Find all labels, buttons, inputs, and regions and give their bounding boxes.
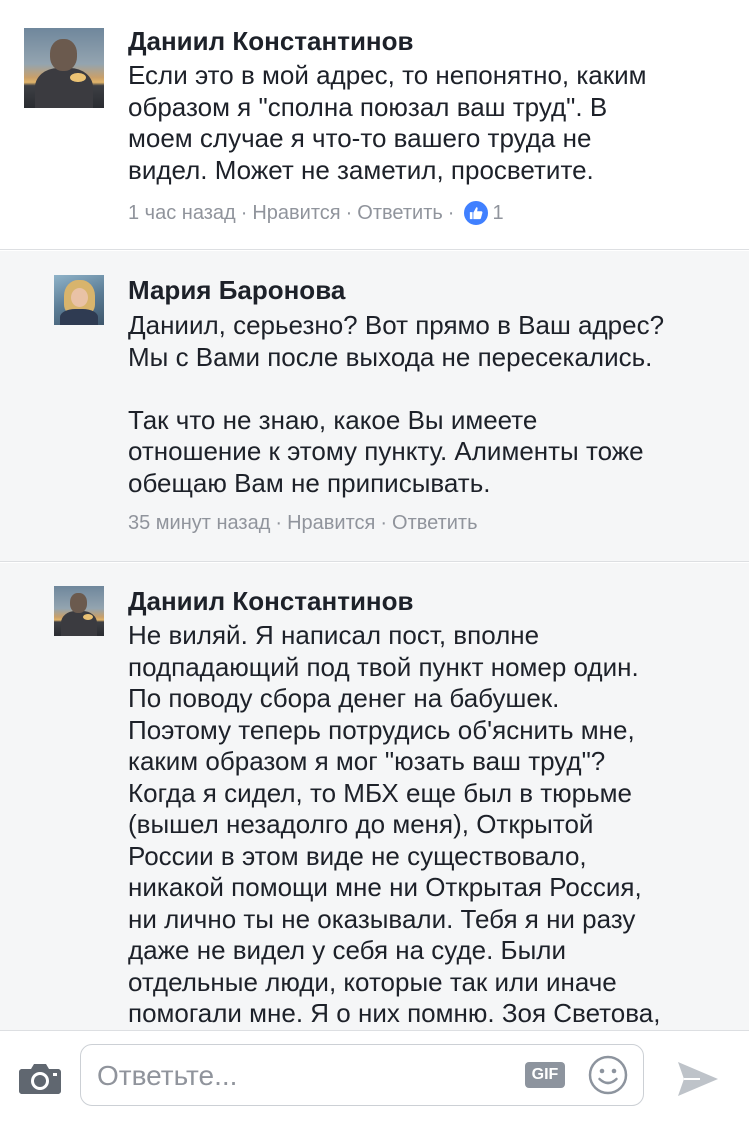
- comment-text: Не виляй. Я написал пост, вполне подпада…: [128, 620, 738, 1030]
- comment-text-line: видел. Может не заметил, просветите.: [128, 154, 594, 185]
- comment-2: Мария Баронова Даниил, серьезно? Вот пря…: [0, 251, 749, 562]
- comment-text: Даниил, серьезно? Вот прямо в Ваш адрес?…: [128, 310, 738, 499]
- thumbs-up-icon[interactable]: [462, 199, 491, 227]
- camera-icon[interactable]: [18, 1061, 62, 1095]
- comment-text-line: ни лично ты не оказывали. Тебя я ни разу: [128, 903, 636, 934]
- comment-text-line: Не виляй. Я написал пост, вполне: [128, 620, 540, 650]
- comment-text-line: никакой помощи мне ни Открытая Россия,: [128, 872, 642, 902]
- comment-text-line: каким образом я мог "юзать ваш труд"?: [128, 746, 606, 776]
- comment-text-line: России в этом виде не существовало,: [128, 840, 587, 871]
- timestamp[interactable]: 35 минут назад: [128, 510, 270, 536]
- like-link[interactable]: Нравится: [252, 200, 340, 226]
- comment-author[interactable]: Даниил Константинов: [128, 24, 414, 58]
- timestamp[interactable]: 1 час назад: [128, 200, 236, 226]
- reply-link[interactable]: Ответить: [392, 510, 478, 536]
- comment-text-line: обещаю Вам не приписывать.: [128, 467, 491, 498]
- comment-text-line: Даниил, серьезно? Вот прямо в Ваш адрес?: [128, 310, 665, 340]
- comment-3: Даниил Константинов Не виляй. Я написал …: [0, 563, 749, 1030]
- comment-text-line: отношение к этому пункту. Алименты тоже: [128, 436, 644, 466]
- comment-text-line: (вышел незадолго до меня), Открытой: [128, 809, 594, 839]
- comment-text-line: Поэтому теперь потрудись об'яснить мне,: [128, 714, 635, 745]
- like-link[interactable]: Нравится: [287, 510, 375, 536]
- comment-text-line: Если это в мой адрес, то непонятно, каки…: [128, 60, 647, 90]
- avatar[interactable]: [54, 275, 104, 325]
- comment-text-line: помогали мне. Я о них помню. Зоя Светова…: [128, 998, 661, 1028]
- send-icon[interactable]: [676, 1059, 720, 1099]
- comment-text-line: Так что не знаю, какое Вы имеете: [128, 404, 538, 435]
- avatar[interactable]: [54, 586, 104, 636]
- reply-composer: Ответьте... GIF: [0, 1030, 749, 1126]
- comment-text-line: образом я "сполна поюзал ваш труд". В: [128, 91, 608, 122]
- reply-link[interactable]: Ответить: [357, 200, 443, 226]
- comment-author[interactable]: Даниил Константинов: [128, 584, 414, 618]
- comment-text-line: Когда я сидел, то МБХ еще был в тюрьме: [128, 777, 633, 808]
- comment-meta: 1 час назад · Нравится · Ответить · 1: [128, 199, 504, 227]
- smiley-icon[interactable]: [587, 1054, 629, 1096]
- gif-icon[interactable]: GIF: [525, 1062, 565, 1088]
- comment-text: Если это в мой адрес, то непонятно, каки…: [128, 60, 738, 186]
- comments-feed: Даниил Константинов Если это в мой адрес…: [0, 0, 749, 1030]
- comment-text-line: подпадающий под твой пункт номер один.: [128, 651, 639, 682]
- avatar[interactable]: [24, 28, 104, 108]
- comment-1: Даниил Константинов Если это в мой адрес…: [0, 0, 749, 250]
- comment-text-line: Мы с Вами после выхода не пересекались.: [128, 341, 653, 372]
- comment-text-line: По поводу сбора денег на бабушек.: [128, 683, 560, 713]
- comment-meta: 35 минут назад · Нравится · Ответить: [128, 510, 478, 536]
- reply-input[interactable]: Ответьте... GIF: [80, 1044, 644, 1106]
- comment-author[interactable]: Мария Баронова: [128, 273, 345, 307]
- like-count[interactable]: 1: [492, 200, 503, 226]
- comment-text-line: отдельные люди, которые так или иначе: [128, 966, 617, 997]
- comment-text-line: моем случае я что-то вашего труда не: [128, 123, 592, 153]
- reply-placeholder: Ответьте...: [97, 1060, 238, 1091]
- comment-text-line: даже не видел у себя на суде. Были: [128, 935, 566, 965]
